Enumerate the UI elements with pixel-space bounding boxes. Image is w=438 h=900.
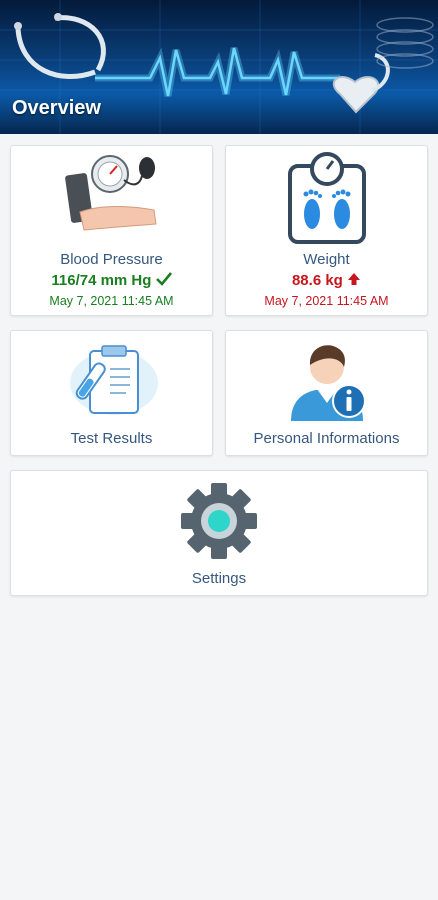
person-info-icon	[226, 337, 427, 421]
blood-pressure-value: 116/74 mm Hg	[11, 272, 212, 289]
blood-pressure-icon	[11, 154, 212, 236]
weight-label: Weight	[303, 251, 350, 268]
check-icon	[155, 272, 172, 289]
page-title: Overview	[12, 97, 101, 119]
blood-pressure-reading: 116/74 mm Hg	[51, 272, 152, 289]
weight-timestamp: May 7, 2021 11:45 AM	[264, 294, 389, 308]
settings-tile[interactable]: Settings	[10, 470, 428, 596]
personal-informations-tile[interactable]: Personal Informations	[225, 330, 428, 456]
weight-value: 88.6 kg	[226, 272, 427, 289]
blood-pressure-label: Blood Pressure	[60, 251, 163, 268]
test-results-label: Test Results	[70, 430, 153, 447]
settings-label: Settings	[191, 570, 247, 587]
clipboard-test-tube-icon	[11, 343, 212, 419]
blood-pressure-timestamp: May 7, 2021 11:45 AM	[49, 294, 174, 308]
arrow-up-icon	[347, 272, 361, 289]
scale-icon	[226, 152, 427, 244]
weight-reading: 88.6 kg	[291, 272, 343, 289]
gear-icon	[11, 481, 427, 561]
personal-informations-label: Personal Informations	[253, 430, 400, 447]
test-results-tile[interactable]: Test Results	[10, 330, 213, 456]
overview-header: Overview	[0, 0, 438, 134]
weight-tile[interactable]: Weight 88.6 kg May 7, 2021 11:45 AM	[225, 145, 428, 316]
blood-pressure-tile[interactable]: Blood Pressure 116/74 mm Hg May 7, 2021 …	[10, 145, 213, 316]
